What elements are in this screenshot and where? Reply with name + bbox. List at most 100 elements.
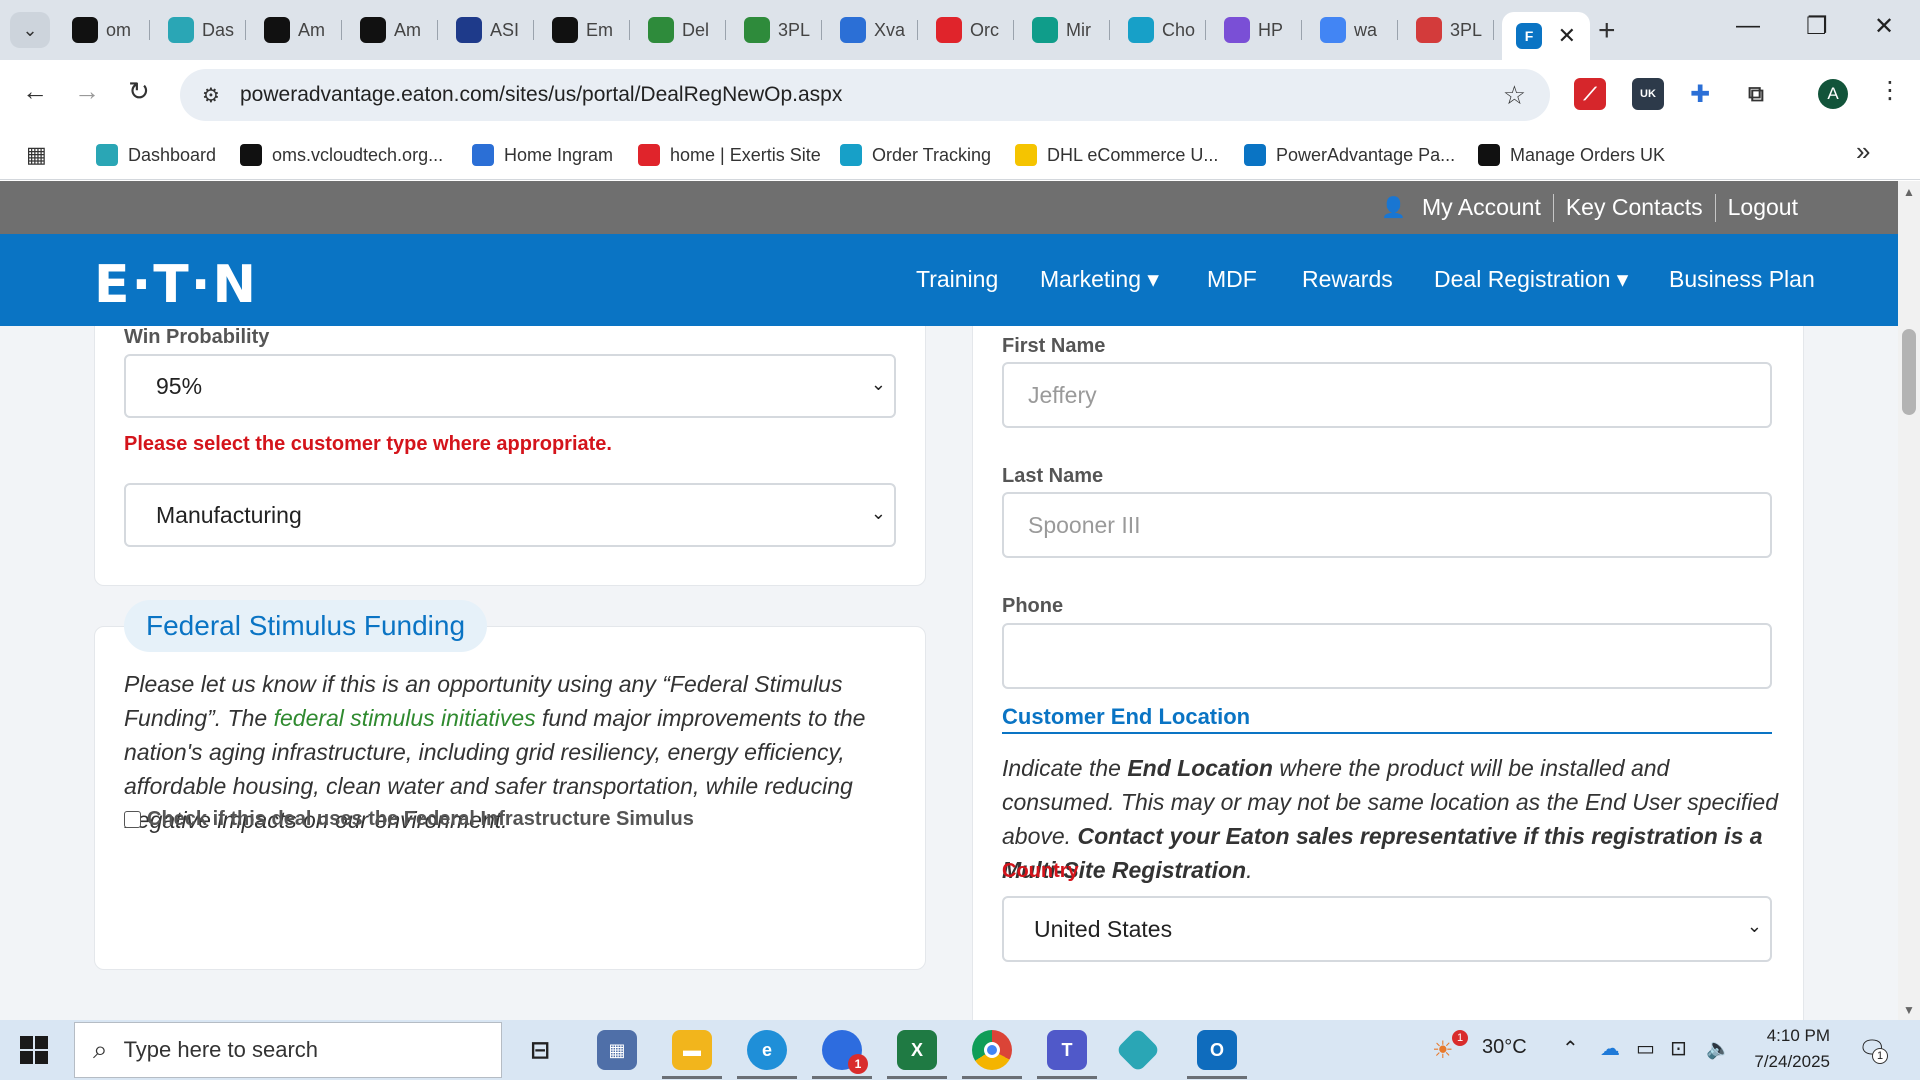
bookmarks-overflow-icon[interactable]: » [1856,136,1870,166]
first-name-field[interactable]: Jeffery [1002,362,1772,428]
running-indicator [812,1076,872,1079]
pdf-extension-icon[interactable]: ⟋ [1574,78,1606,110]
tab-6[interactable]: Del [634,12,726,48]
tab-10[interactable]: Mir [1018,12,1110,48]
forward-arrow-icon[interactable]: → [74,76,100,107]
tab-11[interactable]: Cho [1114,12,1206,48]
form-content: Win Probability 95% ⌄ Please select the … [0,326,1898,1020]
bookmark-item[interactable]: home | Exertis Site [638,140,821,170]
scrollbar-thumb[interactable] [1902,329,1916,415]
puzzle-cross-extension-icon[interactable]: ✚ [1684,78,1716,110]
bookmark-item[interactable]: DHL eCommerce U... [1015,140,1218,170]
extensions-puzzle-icon[interactable]: ⧉ [1740,78,1772,110]
my-account-link[interactable]: My Account [1410,194,1553,221]
network-icon[interactable]: ⊡ [1670,1036,1687,1061]
edge-icon[interactable]: e [747,1030,787,1070]
nav-deal-registration[interactable]: Deal Registration ▾ [1434,266,1628,293]
site-info-icon[interactable]: ⚙ [194,78,228,112]
omnibox[interactable]: ⚙ poweradvantage.eaton.com/sites/us/port… [180,69,1550,121]
scroll-down-icon[interactable]: ▼ [1903,1003,1915,1017]
outlook-icon[interactable]: O [1197,1030,1237,1070]
tab-9[interactable]: Orc [922,12,1014,48]
tab-search-chevron-icon[interactable]: ⌄ [10,12,50,48]
win-probability-label: Win Probability [124,326,270,348]
tab-active[interactable]: F ✕ [1502,12,1590,60]
tab-label: Del [682,19,710,40]
nav-business-plan[interactable]: Business Plan [1669,266,1815,293]
tab-14[interactable]: 3PL [1402,12,1494,48]
windows-start-icon[interactable] [20,1036,48,1064]
calculator-icon[interactable]: ▦ [597,1030,637,1070]
phone-label: Phone [1002,595,1064,617]
bookmark-item[interactable]: Manage Orders UK [1478,140,1665,170]
exertis-icon [638,144,660,166]
close-window-button[interactable]: ✕ [1874,12,1894,41]
minimize-button[interactable]: — [1736,12,1760,40]
last-name-field[interactable]: Spooner III [1002,492,1772,558]
nav-rewards[interactable]: Rewards [1302,266,1393,293]
bookmark-item[interactable]: oms.vcloudtech.org... [240,140,443,170]
hexagon-app-icon[interactable] [1115,1027,1161,1073]
tab-5[interactable]: Em [538,12,630,48]
battery-icon[interactable]: ▭ [1636,1036,1655,1061]
customer-type-select[interactable]: Manufacturing ⌄ [124,483,896,547]
notification-icon[interactable]: 🗨 1 [1858,1036,1888,1064]
customer-type-value: Manufacturing [156,501,302,528]
phone-field[interactable] [1002,623,1772,689]
weather-icon[interactable]: ☀ 1 [1432,1030,1468,1065]
profile-avatar[interactable]: A [1818,79,1848,109]
weather-temperature[interactable]: 30°C [1482,1036,1527,1059]
federal-stimulus-link[interactable]: federal stimulus initiatives [274,705,536,731]
nav-training[interactable]: Training [916,266,998,293]
uk-extension-icon[interactable]: UK [1632,78,1664,110]
tab-12[interactable]: HP [1210,12,1302,48]
tab-3[interactable]: Am [346,12,438,48]
federal-checkbox-label[interactable]: Check if this deal uses the Federal Infr… [147,808,694,831]
new-tab-button[interactable]: + [1598,14,1616,48]
bookmark-star-icon[interactable]: ☆ [1503,80,1526,111]
eaton-logo[interactable]: E·T·N [94,255,258,315]
triangle-logo-icon [240,144,262,166]
federal-infrastructure-checkbox[interactable] [124,811,141,828]
tray-chevron-up-icon[interactable]: ⌃ [1562,1036,1579,1061]
win-probability-select[interactable]: 95% ⌄ [124,354,896,418]
onedrive-icon[interactable]: ☁ [1600,1036,1620,1061]
nav-mdf[interactable]: MDF [1207,266,1257,293]
dhl-icon [1015,144,1037,166]
file-explorer-icon[interactable]: ▬ [672,1030,712,1070]
amazon-icon [360,17,386,43]
tab-0[interactable]: om [58,12,150,48]
scroll-up-icon[interactable]: ▲ [1903,185,1915,199]
tab-1[interactable]: Das [154,12,246,48]
tab-8[interactable]: Xva [826,12,918,48]
close-tab-icon[interactable]: ✕ [1558,23,1576,49]
teams-icon[interactable]: T [1047,1030,1087,1070]
page-scrollbar[interactable]: ▲ ▼ [1898,181,1920,1020]
chrome-icon[interactable] [972,1030,1012,1070]
task-view-icon[interactable]: ⊟ [520,1030,560,1070]
restore-button[interactable]: ❐ [1806,12,1828,41]
tab-4[interactable]: ASI [442,12,534,48]
google-icon [1320,17,1346,43]
bookmark-item[interactable]: Home Ingram [472,140,613,170]
country-select[interactable]: United States ⌄ [1002,896,1772,962]
browser-menu-icon[interactable]: ⋮ [1878,76,1902,105]
key-contacts-link[interactable]: Key Contacts [1554,194,1715,221]
tab-13[interactable]: wa [1306,12,1398,48]
taskbar-search-box[interactable]: ⌕ Type here to search [74,1022,502,1078]
excel-icon[interactable]: X [897,1030,937,1070]
nav-marketing[interactable]: Marketing ▾ [1040,266,1159,293]
zoom-icon[interactable]: 1 [822,1030,868,1074]
tab-2[interactable]: Am [250,12,342,48]
apps-grid-icon[interactable]: ▦ [26,140,47,170]
tab-label: Am [394,19,421,40]
logout-link[interactable]: Logout [1716,194,1810,221]
bookmark-item[interactable]: Order Tracking [840,140,991,170]
bookmark-item[interactable]: PowerAdvantage Pa... [1244,140,1455,170]
reload-icon[interactable]: ↻ [128,76,150,107]
bookmark-item[interactable]: Dashboard [96,140,216,170]
volume-icon[interactable]: 🔈 [1706,1036,1731,1061]
back-arrow-icon[interactable]: ← [22,76,48,107]
tab-7[interactable]: 3PL [730,12,822,48]
url-text[interactable]: poweradvantage.eaton.com/sites/us/portal… [240,83,842,107]
